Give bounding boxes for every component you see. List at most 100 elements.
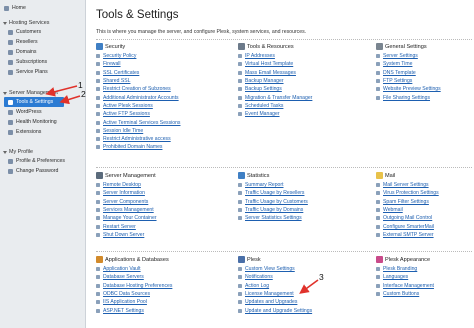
settings-link[interactable]: Notifications: [245, 274, 273, 280]
link-icon: [238, 216, 242, 221]
link-row: Security Policy: [96, 52, 180, 60]
sidebar-group-title[interactable]: Server Management: [0, 89, 86, 97]
settings-link[interactable]: Traffic Usage by Customers: [245, 199, 308, 205]
settings-link[interactable]: Active Terminal Services Sessions: [103, 120, 180, 126]
link-row: Restrict Administrative access: [96, 135, 180, 143]
settings-link[interactable]: Custom View Settings: [245, 266, 295, 272]
settings-link[interactable]: IIS Application Pool: [103, 299, 147, 305]
plan-icon: [8, 69, 13, 75]
settings-link[interactable]: Action Log: [245, 283, 269, 289]
settings-link[interactable]: Active Plesk Sessions: [103, 103, 153, 109]
settings-link[interactable]: Remote Desktop: [103, 182, 141, 188]
settings-link[interactable]: Virus Protection Settings: [383, 190, 439, 196]
settings-link[interactable]: Plesk Branding: [383, 266, 417, 272]
settings-link[interactable]: Webmail: [383, 207, 403, 213]
settings-link[interactable]: Server Information: [103, 190, 145, 196]
sidebar-item-extensions[interactable]: Extensions: [0, 127, 86, 137]
settings-link[interactable]: License Management: [245, 291, 294, 297]
settings-link[interactable]: Server Statistics Settings: [245, 215, 302, 221]
settings-link[interactable]: Website Preview Settings: [383, 86, 441, 92]
sidebar-item-wordpress[interactable]: WordPress: [0, 107, 86, 117]
divider: [96, 39, 472, 40]
section-title: Tools & Resources: [238, 43, 312, 50]
sidebar-item-change-password[interactable]: Change Password: [0, 166, 86, 176]
settings-link[interactable]: IP Addresses: [245, 53, 275, 59]
settings-link[interactable]: Traffic Usage by Resellers: [245, 190, 304, 196]
settings-link[interactable]: Prohibited Domain Names: [103, 144, 162, 150]
settings-link[interactable]: File Sharing Settings: [383, 95, 430, 101]
settings-link[interactable]: Spam Filter Settings: [383, 199, 429, 205]
sidebar-item-profile-preferences[interactable]: Profile & Preferences: [0, 156, 86, 166]
settings-link[interactable]: System Time: [383, 61, 412, 67]
settings-link[interactable]: ASP.NET Settings: [103, 308, 144, 314]
sidebar-item-service-plans[interactable]: Service Plans: [0, 67, 86, 77]
settings-link[interactable]: Restrict Creation of Subzones: [103, 86, 171, 92]
settings-link[interactable]: Active FTP Sessions: [103, 111, 150, 117]
settings-link[interactable]: Traffic Usage by Domains: [245, 207, 303, 213]
settings-link[interactable]: Additional Administrator Accounts: [103, 95, 179, 101]
settings-link[interactable]: DNS Template: [383, 70, 416, 76]
settings-link[interactable]: Database Servers: [103, 274, 144, 280]
settings-link[interactable]: Event Manager: [245, 111, 280, 117]
sidebar-group-title[interactable]: My Profile: [0, 148, 86, 156]
settings-link[interactable]: Server Components: [103, 199, 148, 205]
sidebar-item-customers[interactable]: Customers: [0, 27, 86, 37]
link-icon: [96, 137, 100, 142]
settings-link[interactable]: Backup Settings: [245, 86, 282, 92]
link-icon: [376, 199, 380, 204]
settings-link[interactable]: Migration & Transfer Manager: [245, 95, 312, 101]
settings-link[interactable]: FTP Settings: [383, 78, 412, 84]
link-icon: [238, 199, 242, 204]
annotation-number-3: 3: [319, 272, 324, 282]
sidebar-item-home[interactable]: Home: [0, 3, 26, 13]
settings-link[interactable]: Custom Buttons: [383, 291, 419, 297]
settings-link[interactable]: ODBC Data Sources: [103, 291, 150, 297]
settings-link[interactable]: Shut Down Server: [103, 232, 144, 238]
settings-link[interactable]: Outgoing Mail Control: [383, 215, 432, 221]
settings-link[interactable]: Virtual Host Template: [245, 61, 293, 67]
link-icon: [96, 103, 100, 108]
section-title-text: Tools & Resources: [247, 43, 294, 50]
settings-link[interactable]: Shared SSL: [103, 78, 130, 84]
link-icon: [96, 54, 100, 59]
settings-link[interactable]: Server Settings: [383, 53, 418, 59]
settings-link[interactable]: Manage Your Container: [103, 215, 157, 221]
settings-link[interactable]: Scheduled Tasks: [245, 103, 283, 109]
settings-link[interactable]: Summary Report: [245, 182, 284, 188]
sidebar-group-title[interactable]: Hosting Services: [0, 19, 86, 27]
section-plesk: Plesk Custom View Settings Notifications Ac…: [238, 256, 312, 315]
link-row: Virus Protection Settings: [376, 189, 439, 197]
users-icon: [8, 29, 13, 35]
sidebar-item-tools-settings[interactable]: Tools & Settings: [4, 97, 64, 107]
settings-link[interactable]: Database Hosting Preferences: [103, 283, 172, 289]
link-icon: [238, 62, 242, 67]
settings-link[interactable]: SSL Certificates: [103, 70, 139, 76]
settings-link[interactable]: Mass Email Messages: [245, 70, 296, 76]
sidebar-item-domains[interactable]: Domains: [0, 47, 86, 57]
settings-link[interactable]: Backup Manager: [245, 78, 284, 84]
settings-link[interactable]: Session Idle Time: [103, 128, 143, 134]
sidebar-item-resellers[interactable]: Resellers: [0, 37, 86, 47]
divider: [96, 167, 472, 168]
link-icon: [238, 191, 242, 196]
link-row: Custom View Settings: [238, 265, 312, 273]
settings-link[interactable]: Update and Upgrade Settings: [245, 308, 312, 314]
settings-link[interactable]: Languages: [383, 274, 408, 280]
link-row: Active Terminal Services Sessions: [96, 118, 180, 126]
settings-link[interactable]: Interface Management: [383, 283, 434, 289]
sidebar-item-subscriptions[interactable]: Subscriptions: [0, 57, 86, 67]
settings-link[interactable]: Services Management: [103, 207, 154, 213]
settings-link[interactable]: Firewall: [103, 61, 121, 67]
settings-link[interactable]: Restart Server: [103, 224, 136, 230]
link-row: Session Idle Time: [96, 127, 180, 135]
settings-link[interactable]: Application Vault: [103, 266, 141, 272]
settings-link[interactable]: Mail Server Settings: [383, 182, 429, 188]
settings-link[interactable]: Configure SmarterMail: [383, 224, 434, 230]
settings-link[interactable]: Restrict Administrative access: [103, 136, 171, 142]
sidebar-item-health-monitoring[interactable]: Health Monitoring: [0, 117, 86, 127]
divider: [96, 251, 472, 252]
settings-link[interactable]: Security Policy: [103, 53, 136, 59]
link-row: Interface Management: [376, 282, 434, 290]
settings-link[interactable]: Updates and Upgrades: [245, 299, 297, 305]
settings-link[interactable]: External SMTP Server: [383, 232, 434, 238]
